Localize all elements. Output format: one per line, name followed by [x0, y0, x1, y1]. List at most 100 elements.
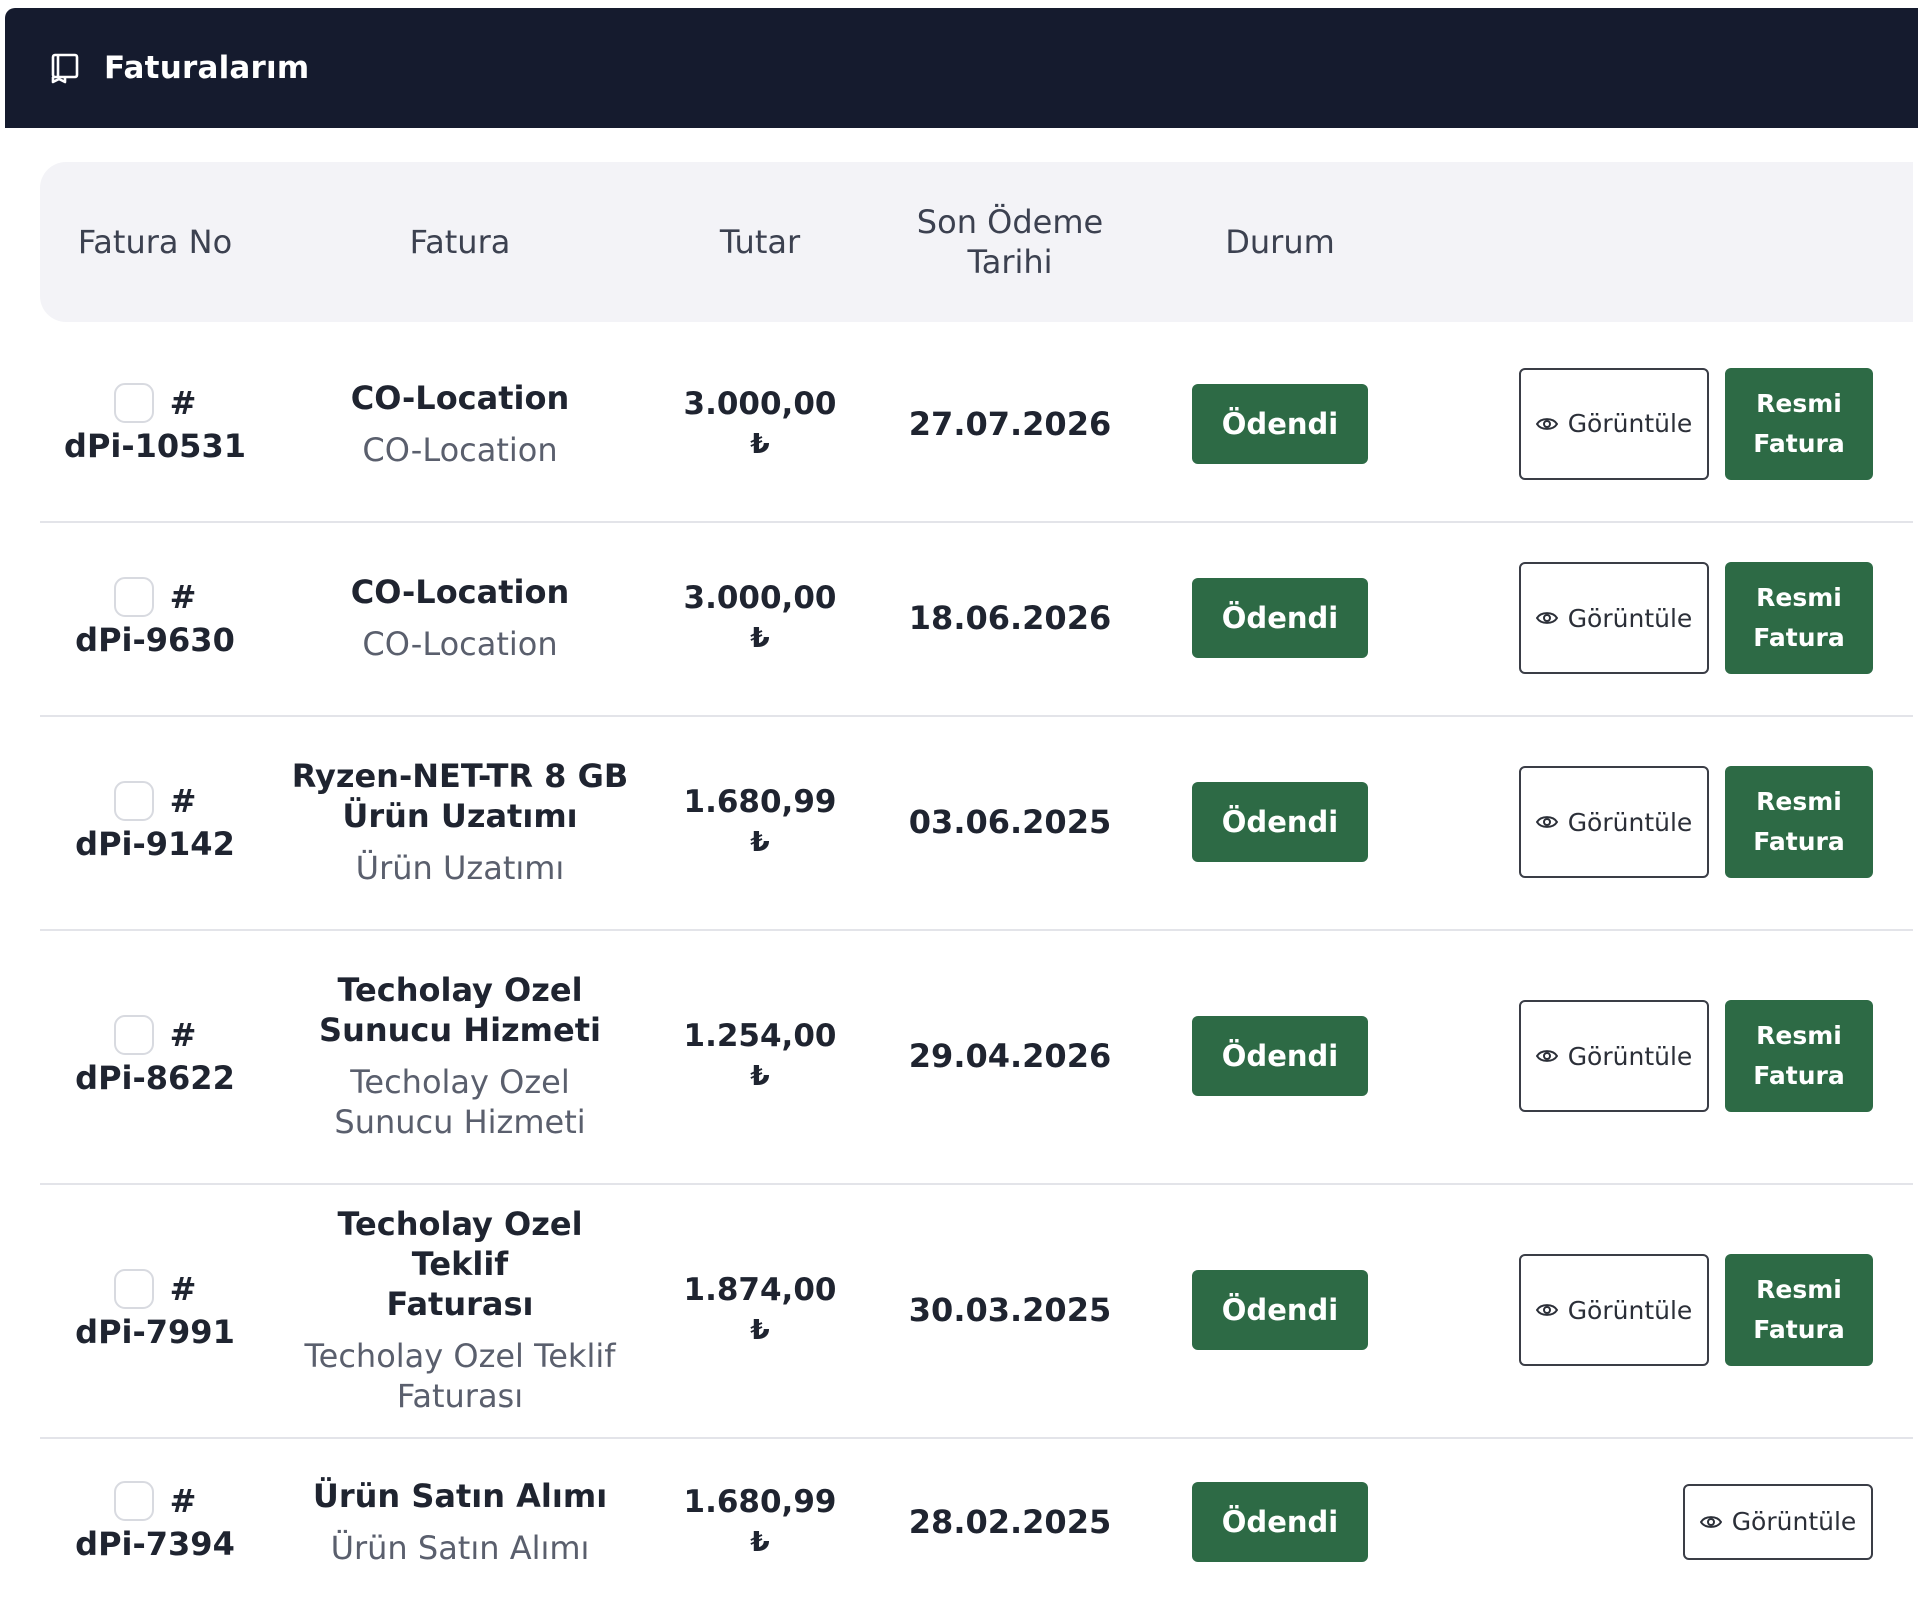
official-invoice-button[interactable]: Resmi Fatura — [1725, 1000, 1873, 1112]
invoice-no-cell: # dPi-10531 — [40, 326, 270, 521]
table-row: # dPi-8622 Techolay Ozel Sunucu Hizmeti T… — [40, 929, 1913, 1185]
invoice-desc-cell: CO-Location CO-Location — [290, 326, 630, 521]
status-badge: Ödendi — [1192, 782, 1368, 862]
invoice-amount-cell: 1.254,00 ₺ — [640, 929, 880, 1183]
official-invoice-button[interactable]: Resmi Fatura — [1725, 367, 1873, 480]
invoice-desc-cell: Ürün Satın Alımı Ürün Satın Alımı — [290, 1437, 630, 1606]
invoice-no-cell: # dPi-7394 — [40, 1437, 270, 1606]
row-actions: Görüntüle Resmi Fatura — [1519, 929, 1873, 1183]
invoice-amount: 1.680,99 — [683, 784, 837, 820]
official-invoice-button[interactable]: Resmi Fatura — [1725, 766, 1873, 878]
invoice-no-cell: # dPi-9630 — [40, 521, 270, 715]
status-badge: Ödendi — [1192, 1481, 1368, 1562]
invoice-status-cell: Ödendi — [1150, 1437, 1410, 1606]
page-title: Faturalarım — [104, 50, 310, 86]
eye-icon — [1535, 610, 1558, 626]
invoice-number: dPi-7991 — [75, 1313, 235, 1351]
official-invoice-label-line2: Fatura — [1753, 827, 1845, 856]
invoice-due-date: 27.07.2026 — [908, 404, 1112, 443]
invoice-status-cell: Ödendi — [1150, 715, 1410, 929]
eye-icon — [1535, 1302, 1558, 1318]
table-row: # dPi-10531 CO-Location CO-Location 3.00… — [40, 326, 1913, 523]
row-select-checkbox[interactable] — [113, 781, 154, 821]
invoice-amount-cell: 1.680,99 ₺ — [640, 715, 880, 929]
invoice-title-line: Ryzen-NET-TR 8 GB — [291, 757, 629, 795]
currency-symbol: ₺ — [750, 1524, 770, 1558]
invoice-due-date: 30.03.2025 — [908, 1291, 1112, 1329]
row-select-checkbox[interactable] — [113, 1269, 154, 1309]
invoice-hash: # — [169, 1481, 197, 1520]
invoice-number: dPi-7394 — [75, 1524, 235, 1563]
invoice-title-line: Techolay Ozel Teklif — [337, 1205, 583, 1283]
official-invoice-label-line1: Resmi — [1756, 583, 1842, 612]
view-invoice-button[interactable]: Görüntüle — [1519, 367, 1709, 480]
invoice-hash: # — [169, 782, 197, 820]
eye-icon — [1535, 814, 1558, 830]
invoice-due-date: 18.06.2026 — [908, 599, 1112, 637]
currency-symbol: ₺ — [750, 1059, 770, 1092]
official-invoice-label-line2: Fatura — [1753, 428, 1845, 458]
row-actions: Görüntüle Resmi Fatura — [1519, 521, 1873, 715]
invoice-hash: # — [169, 1016, 197, 1054]
view-invoice-button[interactable]: Görüntüle — [1519, 1000, 1709, 1112]
view-invoice-label: Görüntüle — [1567, 409, 1693, 438]
invoice-subtitle-line: CO-Location — [362, 430, 558, 469]
view-invoice-button[interactable]: Görüntüle — [1519, 766, 1709, 878]
panel-header: Faturalarım — [5, 8, 1918, 128]
official-invoice-button[interactable]: Resmi Fatura — [1725, 1254, 1873, 1366]
column-header-status: Durum — [1225, 223, 1335, 261]
invoice-subtitle-line: Ürün Satın Alımı — [330, 1528, 590, 1567]
view-invoice-label: Görüntüle — [1567, 1041, 1693, 1071]
status-badge: Ödendi — [1192, 383, 1368, 464]
invoice-status-cell: Ödendi — [1150, 326, 1410, 521]
invoice-no-cell: # dPi-7991 — [40, 1183, 270, 1437]
eye-icon — [1699, 1514, 1722, 1530]
row-select-checkbox[interactable] — [113, 1015, 154, 1055]
currency-symbol: ₺ — [750, 1313, 770, 1346]
invoice-title-line: CO-Location — [350, 573, 570, 611]
column-header-invoice: Fatura — [409, 223, 511, 261]
invoice-subtitle-line: Sunucu Hizmeti — [334, 1103, 586, 1141]
invoice-status-cell: Ödendi — [1150, 521, 1410, 715]
eye-icon — [1535, 1048, 1558, 1064]
official-invoice-label-line1: Resmi — [1756, 1021, 1842, 1050]
invoice-due-date-cell: 30.03.2025 — [890, 1183, 1130, 1437]
invoice-due-date: 03.06.2025 — [908, 803, 1112, 841]
view-invoice-button[interactable]: Görüntüle — [1519, 562, 1709, 674]
row-select-checkbox[interactable] — [113, 382, 154, 423]
official-invoice-button[interactable]: Resmi Fatura — [1725, 562, 1873, 674]
invoice-title-line: Sunucu Hizmeti — [319, 1011, 601, 1049]
eye-icon — [1535, 416, 1558, 432]
status-badge: Ödendi — [1192, 1016, 1368, 1096]
table-row: # dPi-9630 CO-Location CO-Location 3.000… — [40, 521, 1913, 717]
invoice-number: dPi-9142 — [75, 825, 235, 863]
invoice-subtitle-line: Ürün Uzatımı — [355, 849, 565, 887]
invoice-amount-cell: 1.874,00 ₺ — [640, 1183, 880, 1437]
invoice-desc-cell: Ryzen-NET-TR 8 GB Ürün Uzatımı Ürün Uzatı… — [290, 715, 630, 929]
invoice-desc-cell: CO-Location CO-Location — [290, 521, 630, 715]
official-invoice-label-line1: Resmi — [1756, 388, 1842, 418]
invoice-no-cell: # dPi-9142 — [40, 715, 270, 929]
view-invoice-button[interactable]: Görüntüle — [1683, 1483, 1873, 1560]
row-select-checkbox[interactable] — [113, 577, 154, 617]
row-select-checkbox[interactable] — [113, 1480, 154, 1521]
column-header-invoice-no: Fatura No — [77, 223, 233, 261]
invoice-due-date-cell: 18.06.2026 — [890, 521, 1130, 715]
view-invoice-button[interactable]: Görüntüle — [1519, 1254, 1709, 1366]
currency-symbol: ₺ — [750, 426, 770, 460]
invoice-status-cell: Ödendi — [1150, 929, 1410, 1183]
invoice-amount-cell: 1.680,99 ₺ — [640, 1437, 880, 1606]
currency-symbol: ₺ — [750, 621, 770, 654]
view-invoice-label: Görüntüle — [1567, 603, 1693, 633]
invoice-number: dPi-8622 — [75, 1059, 235, 1097]
receipt-icon — [50, 52, 80, 84]
invoice-subtitle-line: CO-Location — [362, 625, 558, 663]
status-badge: Ödendi — [1192, 1270, 1368, 1350]
invoice-desc-cell: Techolay Ozel Sunucu Hizmeti Techolay Oze… — [290, 929, 630, 1183]
invoice-title-line: Ürün Uzatımı — [342, 797, 578, 835]
invoice-due-date-cell: 28.02.2025 — [890, 1437, 1130, 1606]
invoice-amount-cell: 3.000,00 ₺ — [640, 326, 880, 521]
invoice-amount: 1.680,99 — [683, 1483, 837, 1520]
row-actions: Görüntüle Resmi Fatura — [1519, 1183, 1873, 1437]
invoice-amount: 1.254,00 — [683, 1018, 837, 1054]
